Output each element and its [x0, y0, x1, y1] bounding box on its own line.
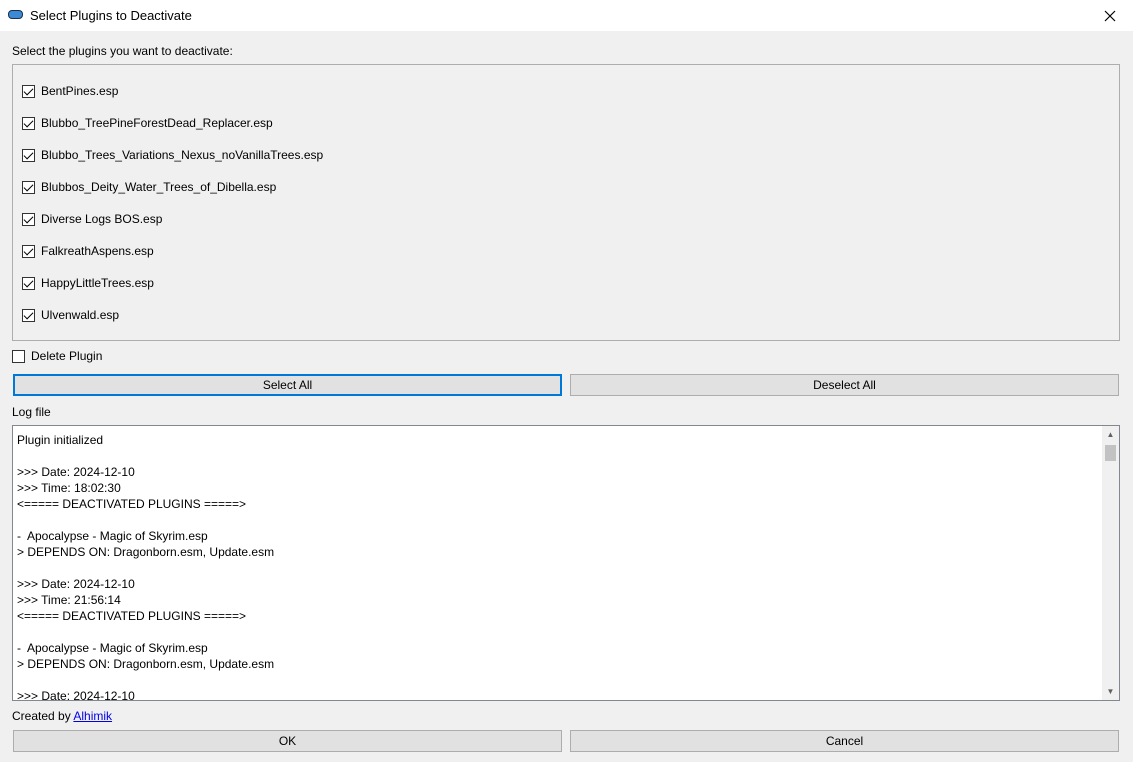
close-icon	[1104, 10, 1116, 21]
plugin-item[interactable]: FalkreathAspens.esp	[22, 243, 154, 259]
plugin-item[interactable]: Diverse Logs BOS.esp	[22, 211, 162, 227]
plugin-label: FalkreathAspens.esp	[41, 244, 154, 258]
plugin-checkbox[interactable]	[22, 84, 35, 98]
plugin-checkbox[interactable]	[22, 180, 35, 194]
plugin-checkbox[interactable]	[22, 212, 35, 226]
plugin-label: Ulvenwald.esp	[41, 308, 120, 322]
log-label: Log file	[12, 405, 51, 419]
ok-button[interactable]: OK	[13, 730, 562, 752]
log-line: >>> Date: 2024-12-10	[17, 577, 135, 591]
plugin-item[interactable]: HappyLittleTrees.esp	[22, 275, 154, 291]
plugin-item[interactable]: Blubbo_Trees_Variations_Nexus_noVanillaT…	[22, 147, 323, 163]
log-scrollbar[interactable]: ▲ ▼	[1102, 426, 1119, 700]
scroll-up-arrow-icon[interactable]: ▲	[1102, 426, 1119, 443]
plugin-label: Diverse Logs BOS.esp	[41, 212, 163, 226]
log-line: > DEPENDS ON: Dragonborn.esm, Update.esm	[17, 545, 275, 559]
plugin-checkbox[interactable]	[22, 276, 35, 290]
plugin-item[interactable]: BentPines.esp	[22, 83, 118, 99]
log-line: >>> Time: 18:02:30	[17, 481, 121, 495]
log-line: - Apocalypse - Magic of Skyrim.esp	[17, 641, 208, 655]
log-line: >>> Time: 21:56:14	[17, 593, 121, 607]
plugin-checkbox[interactable]	[22, 148, 35, 162]
plugin-label: BentPines.esp	[41, 84, 119, 98]
log-line: >>> Date: 2024-12-10	[17, 689, 135, 701]
deselect-all-button[interactable]: Deselect All	[570, 374, 1119, 396]
log-line: >>> Date: 2024-12-10	[17, 465, 135, 479]
cancel-button[interactable]: Cancel	[570, 730, 1119, 752]
plugin-label: HappyLittleTrees.esp	[41, 276, 154, 290]
credit-line: Created by Alhimik	[12, 709, 112, 723]
plugin-checkbox[interactable]	[22, 308, 35, 322]
instruction-label: Select the plugins you want to deactivat…	[12, 44, 233, 58]
log-line: <===== DEACTIVATED PLUGINS =====>	[17, 609, 247, 623]
log-line: > DEPENDS ON: Dragonborn.esm, Update.esm	[17, 657, 275, 671]
log-line: <===== DEACTIVATED PLUGINS =====>	[17, 497, 247, 511]
log-textarea[interactable]: Plugin initialized >>> Date: 2024-12-10 …	[12, 425, 1120, 701]
scrollbar-thumb[interactable]	[1105, 445, 1116, 461]
plugin-checkbox[interactable]	[22, 244, 35, 258]
log-line: Plugin initialized	[17, 433, 104, 447]
plugin-label: Blubbos_Deity_Water_Trees_of_Dibella.esp	[41, 180, 277, 194]
plugin-list: BentPines.esp Blubbo_TreePineForestDead_…	[12, 64, 1120, 341]
plugin-item[interactable]: Ulvenwald.esp	[22, 307, 119, 323]
log-content: Plugin initialized >>> Date: 2024-12-10 …	[17, 432, 1099, 701]
scroll-down-arrow-icon[interactable]: ▼	[1102, 683, 1119, 700]
delete-plugin-option[interactable]: Delete Plugin	[12, 349, 102, 363]
plugin-item[interactable]: Blubbos_Deity_Water_Trees_of_Dibella.esp	[22, 179, 276, 195]
plugin-checkbox[interactable]	[22, 116, 35, 130]
app-icon	[8, 10, 23, 19]
plugin-item[interactable]: Blubbo_TreePineForestDead_Replacer.esp	[22, 115, 273, 131]
credit-prefix: Created by	[12, 709, 74, 723]
delete-plugin-checkbox[interactable]	[12, 349, 25, 363]
select-all-button[interactable]: Select All	[13, 374, 562, 396]
plugin-label: Blubbo_TreePineForestDead_Replacer.esp	[41, 116, 273, 130]
window-title: Select Plugins to Deactivate	[30, 8, 192, 23]
delete-plugin-label: Delete Plugin	[31, 349, 103, 363]
plugin-label: Blubbo_Trees_Variations_Nexus_noVanillaT…	[41, 148, 324, 162]
title-bar: Select Plugins to Deactivate	[0, 0, 1133, 31]
close-button[interactable]	[1087, 0, 1133, 31]
log-line: - Apocalypse - Magic of Skyrim.esp	[17, 529, 208, 543]
author-link[interactable]: Alhimik	[73, 709, 112, 723]
